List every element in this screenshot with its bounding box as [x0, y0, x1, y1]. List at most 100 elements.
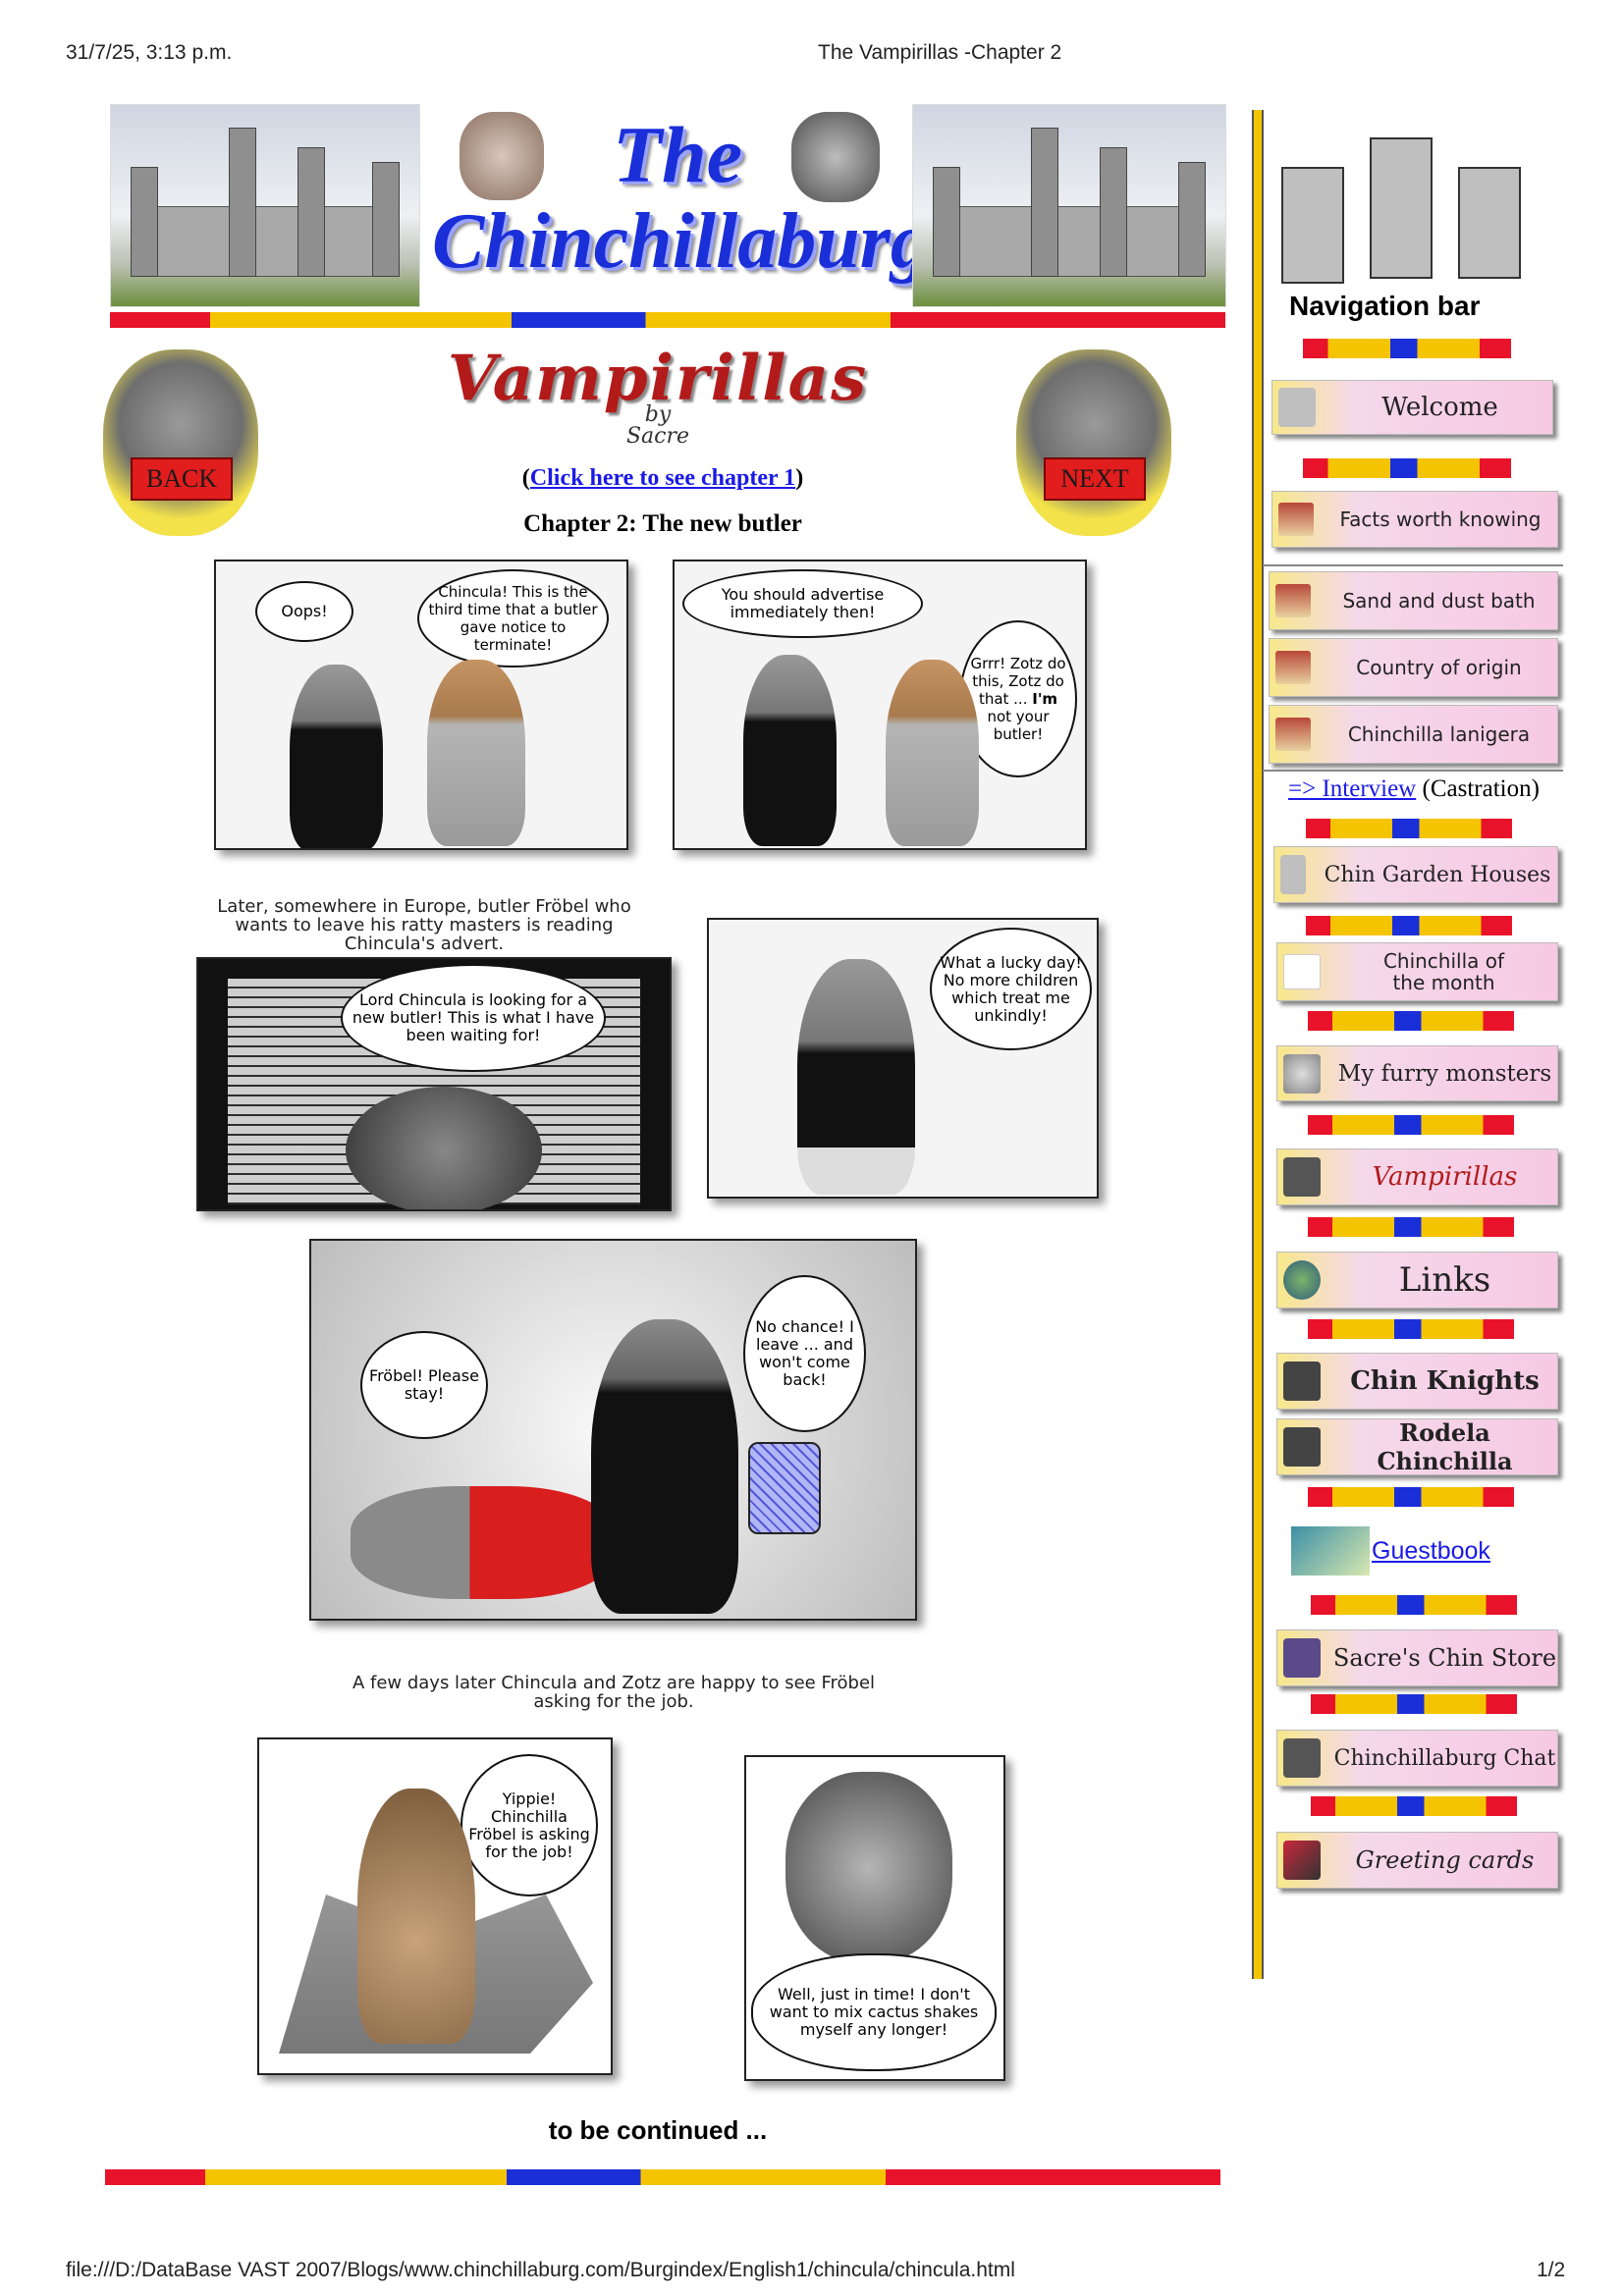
next-mascot[interactable]: NEXT: [1016, 349, 1171, 536]
comic-panel-1: Oops! Chincula! This is the third time t…: [214, 560, 628, 850]
nav-divider: [1308, 1115, 1514, 1135]
author-name: Sacre: [625, 424, 690, 449]
divider-diamond: [1398, 459, 1416, 477]
chapter1-link[interactable]: Click here to see chapter 1: [530, 465, 795, 491]
nav-divider: [1308, 1487, 1514, 1507]
speech-bubble: Fröbel! Please stay!: [360, 1331, 488, 1439]
nav-divider: [1308, 1319, 1514, 1339]
comic-panel-6: Yippie! Chinchilla Fröbel is asking for …: [257, 1737, 613, 2075]
divider-diamond: [1405, 1596, 1423, 1614]
speech-bubble: Oops!: [255, 581, 353, 642]
nav-greeting-cards[interactable]: Greeting cards: [1276, 1832, 1558, 1889]
nav-border: [1252, 110, 1264, 1979]
globe-icon: [1283, 1260, 1321, 1300]
print-doc-title: The Vampirillas -Chapter 2: [818, 41, 1062, 64]
chapter1-suffix: ): [795, 465, 804, 491]
comic-panel-2: You should advertise immediately then! G…: [673, 560, 1087, 850]
store-icon: [1283, 1638, 1321, 1678]
nav-separator: [1263, 770, 1563, 772]
nav-chinchilla-month[interactable]: Chinchilla of the month: [1276, 942, 1558, 1001]
nav-guestbook[interactable]: Guestbook: [1291, 1526, 1556, 1575]
nav-links[interactable]: Links: [1276, 1252, 1558, 1308]
vampire-character: [290, 665, 383, 848]
speech-bubble: You should advertise immediately then!: [682, 569, 923, 638]
castle-image-left: [110, 104, 420, 307]
divider-diamond: [1405, 1695, 1423, 1713]
guestbook-link[interactable]: Guestbook: [1372, 1537, 1490, 1566]
speech-bubble: Lord Chincula is looking for a new butle…: [341, 964, 606, 1072]
comic-panel-5: Fröbel! Please stay! No chance! I leave …: [309, 1239, 917, 1621]
divider-diamond: [1402, 1218, 1420, 1236]
nav-divider: [1308, 1011, 1514, 1031]
nav-vampirillas[interactable]: Vampirillas: [1276, 1148, 1558, 1205]
comic-panel-7: Well, just in time! I don't want to mix …: [744, 1755, 1005, 2081]
next-button[interactable]: NEXT: [1044, 457, 1146, 501]
nav-divider: [1308, 1217, 1514, 1237]
divider-diamond: [1400, 917, 1418, 934]
suitcase-image: [748, 1442, 821, 1534]
logo-chinchillaburg: Chinchillaburg: [432, 198, 930, 285]
print-page-number: 1/2: [1537, 2259, 1566, 2281]
castle-icon: [1283, 1157, 1321, 1197]
speech-bubble: What a lucky day! No more children which…: [930, 928, 1092, 1050]
nav-separator: [1263, 564, 1563, 566]
divider-diamond: [1405, 1797, 1423, 1815]
nav-heading: Navigation bar: [1289, 291, 1481, 321]
caption-1: Later, somewhere in Europe, butler Fröbe…: [217, 896, 631, 954]
shield-icon: [1283, 1427, 1321, 1467]
chapter1-prefix: (: [521, 465, 530, 491]
interview-line: => Interview (Castration): [1288, 775, 1540, 803]
divider-diamond: [1400, 820, 1418, 837]
card-icon: [1283, 1841, 1321, 1880]
castle-icon: [1278, 388, 1316, 427]
divider-diamond: [1402, 1116, 1420, 1134]
print-datetime: 31/7/25, 3:13 p.m.: [66, 41, 233, 64]
divider-diamond: [1402, 1488, 1420, 1506]
nav-country-origin[interactable]: Country of origin: [1269, 638, 1558, 697]
towers-icon: [1276, 128, 1561, 285]
books-icon: [1275, 584, 1311, 617]
nav-chin-knights[interactable]: Chin Knights: [1276, 1353, 1558, 1410]
interview-note: (Castration): [1422, 775, 1540, 802]
divider-diamond: [1402, 1320, 1420, 1338]
vampire-character: [743, 655, 837, 846]
speech-bubble: No chance! I leave ... and won't come ba…: [743, 1275, 866, 1432]
castle-image-right: [912, 104, 1226, 307]
nav-furry-monsters[interactable]: My furry monsters: [1276, 1045, 1558, 1101]
divider-diamond: [1398, 340, 1416, 357]
divider-bottom: [105, 2169, 1220, 2185]
nav-garden-houses[interactable]: Chin Garden Houses: [1273, 846, 1558, 903]
back-mascot[interactable]: BACK: [103, 349, 258, 536]
nav-divider: [1311, 1595, 1517, 1615]
nav-chin-store[interactable]: Sacre's Chin Store: [1276, 1629, 1558, 1686]
books-icon: [1275, 651, 1311, 684]
nav-chat[interactable]: Chinchillaburg Chat: [1276, 1730, 1558, 1787]
castle-icon: [1283, 1738, 1321, 1778]
nav-rodela[interactable]: Rodela Chinchilla: [1276, 1418, 1558, 1475]
print-file-path: file:///D:/DataBase VAST 2007/Blogs/www.…: [66, 2259, 1015, 2281]
chapter-heading: Chapter 2: The new butler: [523, 510, 802, 537]
back-button[interactable]: BACK: [131, 457, 233, 501]
nav-sand-bath[interactable]: Sand and dust bath: [1269, 571, 1558, 630]
chincula-bat-character: [357, 1789, 475, 2044]
to-be-continued: to be continued ...: [548, 2115, 768, 2145]
nav-divider: [1311, 1694, 1517, 1714]
frobel-character: [591, 1319, 738, 1614]
chinchillaburg-logo: The Chinchillaburg: [432, 104, 930, 305]
comic-panel-4: What a lucky day! No more children which…: [707, 918, 1099, 1199]
zotz-character: [886, 660, 979, 846]
divider-top: [110, 312, 1225, 328]
interview-link[interactable]: => Interview: [1288, 775, 1416, 802]
nav-welcome[interactable]: Welcome: [1271, 380, 1553, 435]
caption-2: A few days later Chincula and Zotz are h…: [352, 1673, 876, 1712]
zotz-character: [427, 660, 525, 846]
speech-bubble: Chincula! This is the third time that a …: [417, 569, 609, 667]
frobel-character: [346, 1087, 542, 1209]
nav-facts[interactable]: Facts worth knowing: [1271, 491, 1558, 548]
nav-lanigera[interactable]: Chinchilla lanigera: [1269, 705, 1558, 764]
comic-panel-3: Lord Chincula is looking for a new butle…: [196, 957, 672, 1211]
book-icon: [1291, 1526, 1370, 1575]
nav-divider: [1311, 1796, 1517, 1816]
books-icon: [1278, 503, 1314, 536]
nav-divider: [1303, 458, 1511, 478]
